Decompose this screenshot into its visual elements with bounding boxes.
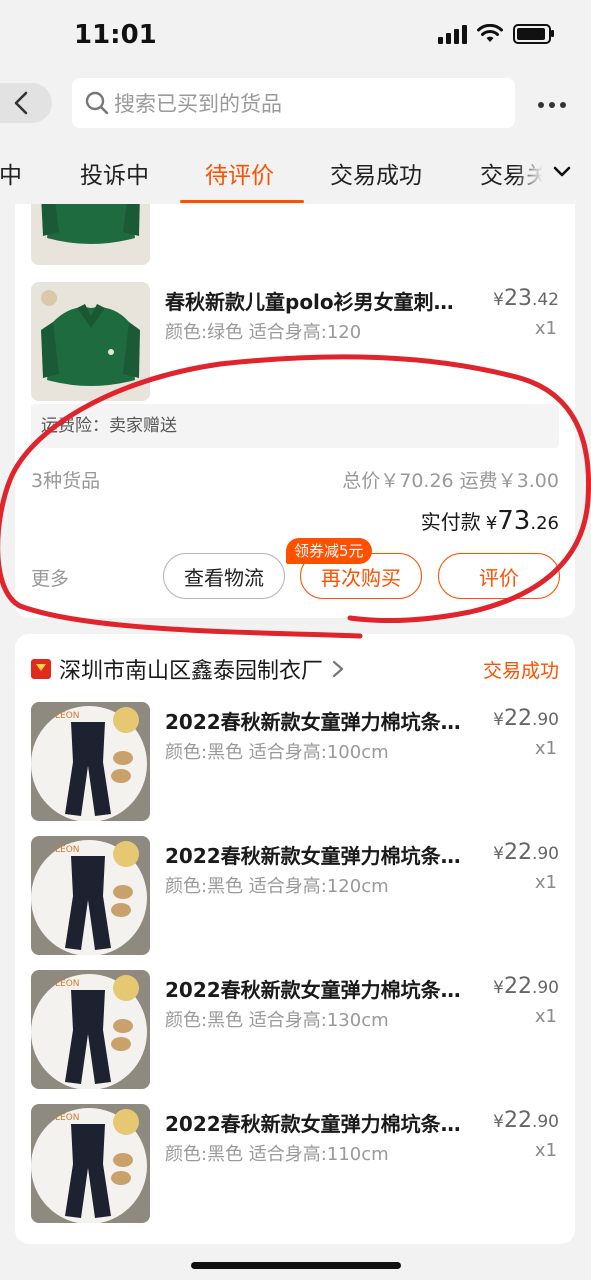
back-button[interactable] bbox=[0, 83, 52, 123]
status-time: 11:01 bbox=[74, 20, 157, 50]
product-photo-pants: LEON bbox=[31, 1104, 150, 1223]
shop-name[interactable]: 深圳市南山区鑫泰园制衣厂 bbox=[59, 653, 323, 685]
shop-header[interactable]: 深圳市南山区鑫泰园制衣厂 bbox=[31, 654, 345, 684]
chevron-down-icon bbox=[553, 166, 571, 177]
tabs-expand-button[interactable] bbox=[542, 158, 582, 188]
product-sku: 颜色:绿色 适合身高:120 bbox=[165, 322, 362, 343]
view-logistics-button[interactable]: 查看物流 bbox=[163, 553, 285, 599]
product-price: ¥23.42 bbox=[493, 286, 559, 311]
signal-icon bbox=[438, 24, 467, 44]
product-price: ¥22.90 bbox=[493, 840, 559, 865]
product-quantity: x1 bbox=[534, 738, 557, 759]
svg-text:LEON: LEON bbox=[55, 711, 80, 721]
battery-icon bbox=[513, 24, 554, 44]
tab-selling[interactable]: 售中 bbox=[0, 156, 22, 190]
product-price: ¥22.90 bbox=[493, 1108, 559, 1133]
product-title[interactable]: 2022春秋新款女童弹力棉坑条… bbox=[165, 1108, 461, 1137]
active-tab-underline bbox=[180, 200, 304, 203]
product-quantity: x1 bbox=[534, 1140, 557, 1161]
tab-to-review[interactable]: 待评价 bbox=[205, 156, 274, 190]
product-sku: 颜色:黑色 适合身高:130cm bbox=[165, 1010, 389, 1031]
product-photo-pants: LEON bbox=[31, 836, 150, 955]
review-button[interactable]: 评价 bbox=[438, 553, 560, 599]
goods-count: 3种货品 bbox=[31, 470, 101, 492]
product-image[interactable] bbox=[31, 282, 150, 401]
svg-text:LEON: LEON bbox=[55, 1113, 80, 1123]
order-card-1: 春秋新款儿童polo衫男女童刺… 颜色:绿色 适合身高:120 ¥23.42 x… bbox=[15, 204, 575, 618]
order-tabs: 售中 投诉中 待评价 交易成功 交易关闭 bbox=[0, 140, 591, 204]
chevron-right-icon bbox=[332, 660, 344, 678]
product-sku: 颜色:黑色 适合身高:120cm bbox=[165, 876, 389, 897]
top-bar: 搜索已买到的货品 bbox=[0, 68, 591, 140]
wifi-icon bbox=[477, 24, 503, 42]
product-title[interactable]: 2022春秋新款女童弹力棉坑条… bbox=[165, 706, 461, 735]
product-image[interactable] bbox=[31, 204, 150, 265]
search-placeholder: 搜索已买到的货品 bbox=[114, 92, 282, 116]
coupon-badge: 领券减5元 bbox=[286, 538, 372, 564]
amount-paid: 实付款 ¥73.26 bbox=[420, 506, 559, 536]
product-price: ¥22.90 bbox=[493, 706, 559, 731]
svg-text:LEON: LEON bbox=[55, 845, 80, 855]
svg-text:LEON: LEON bbox=[55, 979, 80, 989]
product-image[interactable]: LEON bbox=[31, 836, 150, 955]
tab-fade bbox=[515, 140, 543, 204]
product-photo-pants: LEON bbox=[31, 702, 150, 821]
product-price: ¥22.90 bbox=[493, 974, 559, 999]
more-options-link[interactable]: 更多 bbox=[31, 564, 69, 591]
product-image[interactable]: LEON bbox=[31, 970, 150, 1089]
product-sku: 颜色:黑色 适合身高:110cm bbox=[165, 1144, 389, 1165]
status-bar: 11:01 bbox=[0, 0, 591, 68]
shipping-insurance-note: 运费险：卖家赠送 bbox=[31, 404, 559, 448]
search-icon bbox=[85, 91, 109, 115]
tab-completed[interactable]: 交易成功 bbox=[330, 156, 422, 190]
product-photo-sweater bbox=[31, 204, 150, 265]
order-card-2: 深圳市南山区鑫泰园制衣厂 交易成功 LEON 2022春秋新款女童弹力棉坑条… … bbox=[15, 634, 575, 1244]
product-quantity: x1 bbox=[534, 1006, 557, 1027]
back-arrow-icon bbox=[14, 91, 28, 115]
product-image[interactable]: LEON bbox=[31, 1104, 150, 1223]
product-photo-sweater bbox=[31, 282, 150, 401]
home-indicator bbox=[191, 1262, 401, 1269]
product-image[interactable]: LEON bbox=[31, 702, 150, 821]
product-photo-pants: LEON bbox=[31, 970, 150, 1089]
order-status: 交易成功 bbox=[482, 660, 559, 682]
order-total-and-shipping: 总价￥70.26 运费￥3.00 bbox=[342, 470, 559, 492]
product-title[interactable]: 2022春秋新款女童弹力棉坑条… bbox=[165, 974, 461, 1003]
product-title[interactable]: 春秋新款儿童polo衫男女童刺… bbox=[165, 286, 454, 315]
tab-complaint[interactable]: 投诉中 bbox=[80, 156, 149, 190]
product-sku: 颜色:黑色 适合身高:100cm bbox=[165, 742, 389, 763]
more-dots-icon[interactable] bbox=[538, 102, 566, 108]
product-quantity: x1 bbox=[534, 318, 557, 339]
product-quantity: x1 bbox=[534, 872, 557, 893]
search-input[interactable]: 搜索已买到的货品 bbox=[72, 78, 515, 128]
product-title[interactable]: 2022春秋新款女童弹力棉坑条… bbox=[165, 840, 461, 869]
shop-icon bbox=[31, 659, 51, 679]
status-icons bbox=[438, 24, 554, 44]
